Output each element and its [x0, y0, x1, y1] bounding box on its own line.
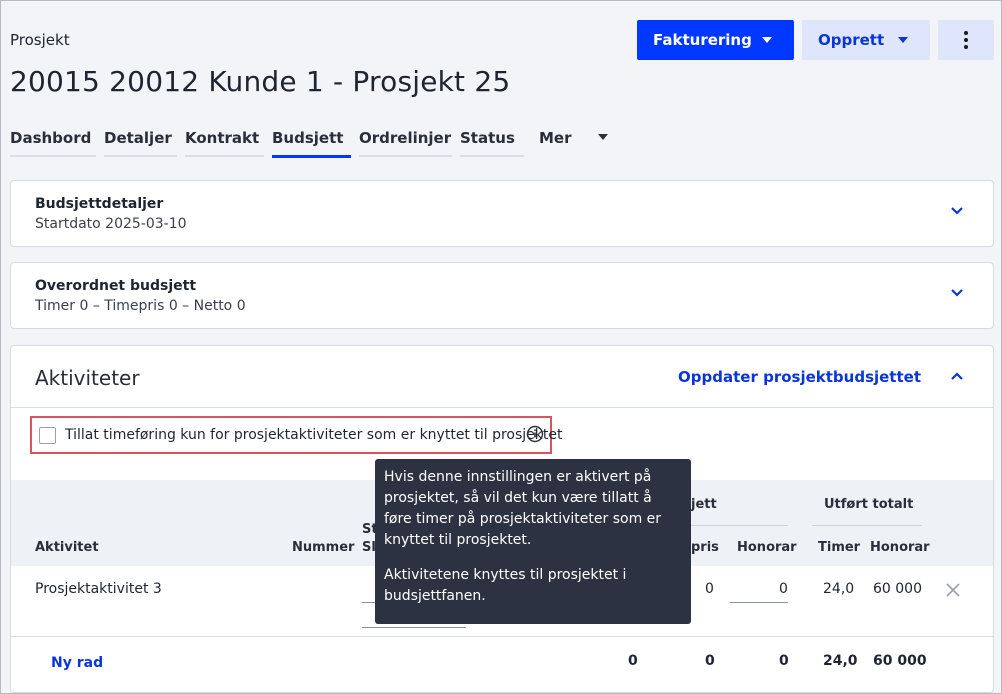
billing-button-label: Fakturering	[653, 31, 752, 49]
overall-budget-card[interactable]: Overordnet budsjett Timer 0 – Timepris 0…	[10, 262, 994, 329]
col-activity: Aktivitet	[35, 540, 99, 555]
divider	[11, 407, 993, 408]
kebab-menu-icon	[964, 31, 968, 49]
tab-ordrelinjer[interactable]: Ordrelinjer	[359, 129, 452, 157]
rate-input[interactable]: 0	[705, 581, 714, 597]
total-fee: 60 000	[873, 653, 927, 669]
tooltip-paragraph-2: Aktivitetene knyttes til prosjektet i bu…	[384, 567, 627, 604]
input-underline[interactable]	[362, 627, 466, 628]
tab-status[interactable]: Status	[460, 129, 524, 157]
tab-more-menu[interactable]: Mer	[539, 129, 619, 157]
tab-bar: Dashbord Detaljer Kontrakt Budsjett Ordr…	[10, 129, 532, 159]
total-3: 0	[779, 653, 789, 669]
col-budget-group: jett	[691, 497, 717, 512]
tab-kontrakt[interactable]: Kontrakt	[185, 129, 264, 157]
billing-button[interactable]: Fakturering	[637, 20, 794, 60]
chevron-up-icon[interactable]	[950, 371, 964, 381]
chevron-down-icon	[762, 37, 772, 43]
close-icon[interactable]	[945, 582, 961, 598]
create-button-label: Opprett	[818, 31, 885, 49]
chevron-down-icon	[598, 134, 608, 140]
group-underline	[691, 525, 788, 526]
col-fee-done: Honorar	[870, 540, 930, 555]
tab-detaljer[interactable]: Detaljer	[104, 129, 177, 157]
chevron-down-icon[interactable]	[950, 206, 964, 216]
col-hours: Timer	[818, 540, 861, 555]
chevron-down-icon[interactable]	[950, 288, 964, 298]
col-sl: Sl	[362, 540, 376, 555]
info-icon[interactable]	[526, 425, 544, 443]
total-1: 0	[628, 653, 638, 669]
restrict-time-checkbox[interactable]	[39, 427, 56, 444]
tab-dashbord[interactable]: Dashbord	[10, 129, 96, 157]
tab-budsjett[interactable]: Budsjett	[272, 129, 351, 158]
info-tooltip: Hvis denne innstillingen er aktivert på …	[375, 459, 691, 624]
group-underline	[812, 525, 922, 526]
fee-input-underline[interactable]	[730, 602, 788, 603]
overall-budget-subtitle: Timer 0 – Timepris 0 – Netto 0	[35, 298, 246, 314]
update-budget-link[interactable]: Oppdater prosjektbudsjettet	[678, 368, 921, 386]
budget-details-subtitle: Startdato 2025-03-10	[35, 216, 187, 232]
total-hours: 24,0	[823, 653, 858, 669]
col-done-total: Utført totalt	[824, 497, 914, 512]
tooltip-paragraph-1: Hvis denne innstillingen er aktivert på …	[384, 469, 662, 548]
fee-input[interactable]: 0	[779, 581, 788, 597]
chevron-down-icon	[898, 37, 908, 43]
tab-more-label: Mer	[539, 129, 572, 147]
col-rate: pris	[691, 540, 719, 555]
breadcrumb[interactable]: Prosjekt	[10, 31, 70, 49]
more-actions-button[interactable]	[938, 20, 994, 60]
overall-budget-title: Overordnet budsjett	[35, 278, 197, 294]
fee-done: 60 000	[873, 581, 922, 597]
divider	[11, 636, 993, 637]
total-2: 0	[705, 653, 715, 669]
activities-title: Aktiviteter	[35, 366, 140, 390]
col-number: Nummer	[292, 540, 355, 555]
budget-details-title: Budsjettdetaljer	[35, 196, 164, 212]
checkbox-highlight: Tillat timeføring kun for prosjektaktivi…	[30, 416, 563, 454]
page-title: 20015 20012 Kunde 1 - Prosjekt 25	[10, 65, 511, 98]
col-fee: Honorar	[737, 540, 797, 555]
restrict-time-label[interactable]: Tillat timeføring kun for prosjektaktivi…	[65, 427, 563, 443]
create-button[interactable]: Opprett	[802, 20, 930, 60]
activity-name: Prosjektaktivitet 3	[35, 581, 162, 597]
new-row-button[interactable]: Ny rad	[51, 655, 103, 671]
budget-details-card[interactable]: Budsjettdetaljer Startdato 2025-03-10	[10, 180, 994, 247]
hours-done: 24,0	[823, 581, 855, 597]
